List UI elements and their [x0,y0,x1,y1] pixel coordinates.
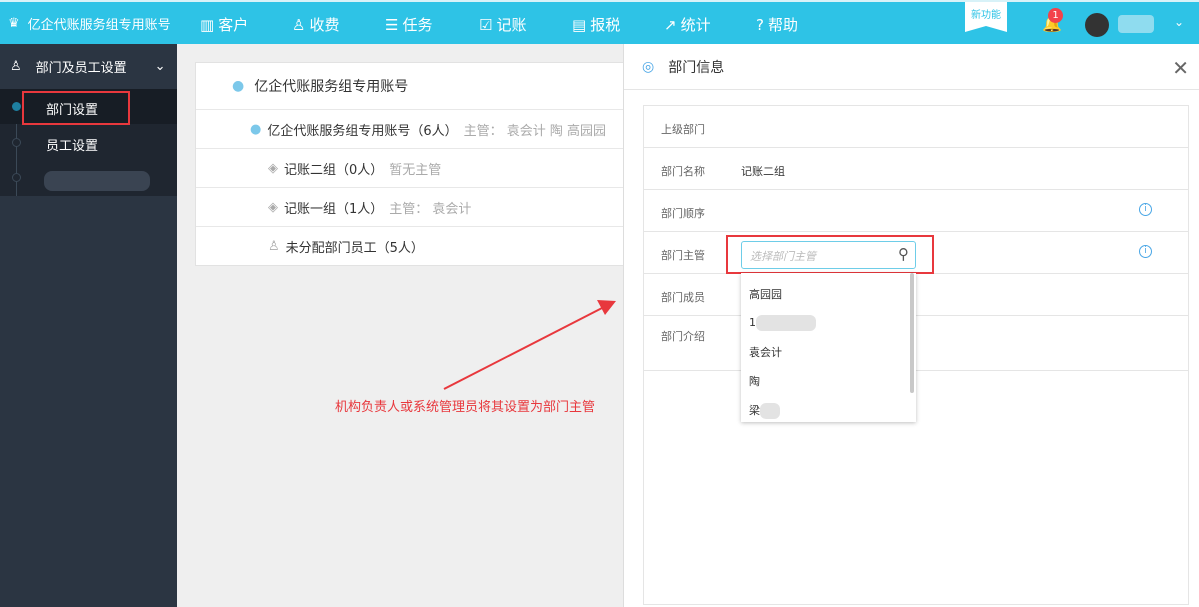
annotation-arrow [443,300,616,390]
annotation-text: 机构负责人或系统管理员将其设置为部门主管 [335,400,596,415]
